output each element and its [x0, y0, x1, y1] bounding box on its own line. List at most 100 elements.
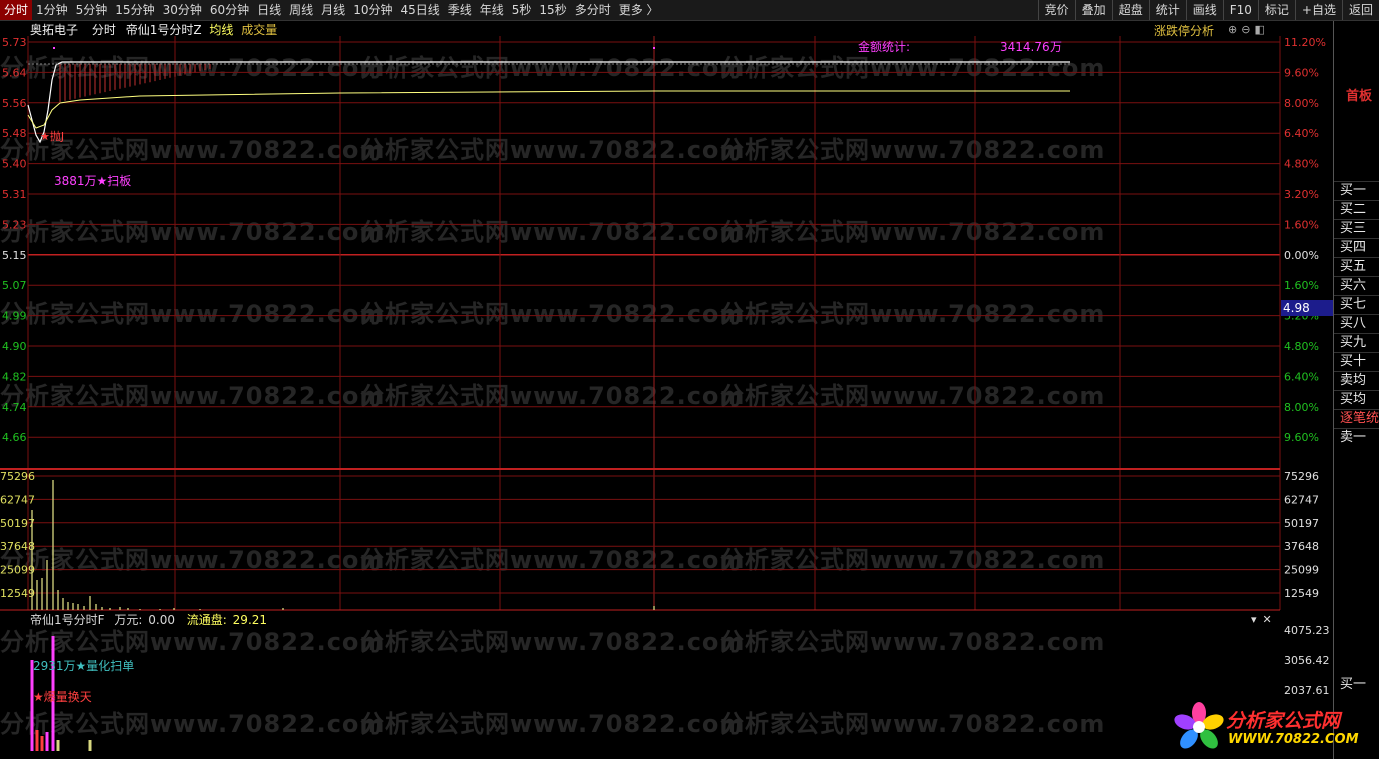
first-board-badge: 首板	[1346, 89, 1373, 104]
flower-logo-icon	[1174, 702, 1224, 749]
orderbook-bottom-item[interactable]: 买一	[1340, 673, 1366, 692]
indicator-bar	[56, 740, 60, 751]
volume-tick-right: 25099	[1284, 564, 1319, 577]
pct-tick: 11.20%	[1284, 36, 1326, 49]
volume-tick: 75296	[0, 470, 35, 483]
wan-label: 万元:	[114, 613, 143, 627]
volume-tick-right: 50197	[1284, 517, 1319, 530]
dropdown-icon[interactable]: ▾	[1251, 613, 1263, 626]
indicator-bar	[88, 740, 92, 751]
price-tick: 4.90	[2, 340, 27, 353]
price-tick: 5.56	[2, 97, 27, 110]
top-toolbar: 分时 1分钟 5分钟 15分钟 30分钟 60分钟 日线 周线 月线 10分钟 45日线 季线 年线 5秒…	[0, 0, 1379, 21]
period-tab[interactable]: 5秒	[508, 0, 536, 20]
price-line	[27, 61, 1070, 144]
tool-button[interactable]: 返回	[1341, 0, 1379, 20]
orderbook-item[interactable]: 买九	[1334, 333, 1379, 352]
amount-value: 3414.76	[1000, 40, 1050, 54]
volume-annotation: ★爆量换天	[33, 690, 92, 704]
tool-button[interactable]: 竞价	[1037, 0, 1075, 20]
period-tab[interactable]: 45日线	[396, 0, 443, 20]
tool-button[interactable]: 画线	[1185, 0, 1223, 20]
logo-title: 分析家公式网	[1226, 710, 1341, 732]
period-tab[interactable]: 周线	[285, 0, 317, 20]
tool-button[interactable]: 标记	[1257, 0, 1295, 20]
orderbook-item[interactable]: 买二	[1334, 200, 1379, 219]
period-tab[interactable]: 5分钟	[72, 0, 112, 20]
quant-annotation: 2931万★量化扫单	[33, 659, 134, 673]
orderbook-item[interactable]: 逐笔统	[1334, 409, 1379, 428]
orderbook-item[interactable]: 买三	[1334, 219, 1379, 238]
pct-tick: 0.00%	[1284, 249, 1319, 262]
period-tab[interactable]: 30分钟	[159, 0, 206, 20]
volume-tick: 37648	[0, 540, 35, 553]
indicator-bar	[35, 730, 39, 751]
indicator-panel-name[interactable]: 帝仙1号分时F	[30, 613, 105, 627]
period-tab[interactable]: 多分时	[571, 0, 615, 20]
price-tick: 5.48	[2, 127, 27, 140]
float-label: 流通盘:	[186, 613, 227, 627]
indicator-header: 帝仙1号分时F 万元: 0.00 流通盘: 29.21	[30, 612, 267, 628]
period-tabs: 分时 1分钟 5分钟 15分钟 30分钟 60分钟 日线 周线 月线 10分钟 45日线 季线 年线 5秒…	[0, 0, 663, 20]
indicator-tick: 2037.61	[1284, 684, 1330, 697]
pct-tick: 9.60%	[1284, 66, 1319, 79]
indicator-tick: 4075.23	[1284, 624, 1330, 637]
period-tab[interactable]: 分时	[0, 0, 33, 20]
pct-tick: 3.20%	[1284, 188, 1319, 201]
orderbook-item[interactable]: 买六	[1334, 276, 1379, 295]
tool-button[interactable]: 叠加	[1074, 0, 1112, 20]
pct-tick: 6.40%	[1284, 370, 1319, 383]
price-tick: 5.23	[2, 218, 27, 231]
pct-tick: 4.80%	[1284, 158, 1319, 171]
volume-tick-right: 62747	[1284, 493, 1319, 506]
amount-label: 金额统计:	[858, 39, 910, 54]
indicator-tick: 3056.42	[1284, 654, 1330, 667]
pct-tick: 1.60%	[1284, 218, 1319, 231]
orderbook-item[interactable]: 买八	[1334, 314, 1379, 333]
period-tab[interactable]: 10分钟	[349, 0, 396, 20]
period-tab[interactable]: 15秒	[535, 0, 570, 20]
period-tab[interactable]: 1分钟	[32, 0, 72, 20]
period-tab[interactable]: 15分钟	[111, 0, 158, 20]
period-tab[interactable]: 月线	[317, 0, 349, 20]
tool-button[interactable]: 统计	[1148, 0, 1186, 20]
period-tab[interactable]: 60分钟	[206, 0, 253, 20]
chart-area[interactable]: 5.73 11.20% 5.64 9.60% 5.56 8.00% 5.48 6.40% 5.4…	[0, 20, 1333, 759]
period-tab[interactable]: 年线	[476, 0, 508, 20]
orderbook-item[interactable]: 卖均	[1334, 371, 1379, 390]
pct-tick: 1.60%	[1284, 279, 1319, 292]
orderbook-item[interactable]: 买七	[1334, 295, 1379, 314]
indicator-bar	[45, 732, 49, 751]
orderbook-item[interactable]: 买一	[1334, 181, 1379, 200]
period-tab[interactable]: 更多 〉	[615, 0, 663, 20]
indicator-bar	[30, 660, 34, 751]
pct-tick: 4.80%	[1284, 340, 1319, 353]
marker	[53, 47, 55, 49]
price-tick: 5.73	[2, 36, 27, 49]
orderbook-item[interactable]: 买十	[1334, 352, 1379, 371]
close-icon[interactable]: ✕	[1263, 613, 1278, 626]
marker	[653, 47, 655, 49]
volume-tick-right: 75296	[1284, 470, 1319, 483]
orderbook-item[interactable]: 买均	[1334, 390, 1379, 409]
tool-button[interactable]: +自选	[1294, 0, 1342, 20]
orderbook-item[interactable]: 买五	[1334, 257, 1379, 276]
pct-tick: 8.00%	[1284, 97, 1319, 110]
avg-line	[27, 90, 1070, 129]
orderbook-item[interactable]: 卖一	[1334, 428, 1379, 447]
volume-tick-right: 37648	[1284, 540, 1319, 553]
orderbook-item[interactable]: 买四	[1334, 238, 1379, 257]
volume-tick: 12549	[0, 587, 35, 600]
pct-tick: 9.60%	[1284, 431, 1319, 444]
price-tick: 5.31	[2, 188, 27, 201]
tool-buttons: 竞价 叠加 超盘 统计 画线 F10 标记 +自选 返回	[1037, 0, 1379, 20]
price-tick: 4.99	[2, 310, 27, 323]
indicator-icons: ▾✕	[1251, 613, 1278, 626]
period-tab[interactable]: 日线	[253, 0, 285, 20]
tool-button[interactable]: F10	[1222, 0, 1258, 20]
tool-button[interactable]: 超盘	[1111, 0, 1149, 20]
orderbook-list: 买一 买二 买三 买四 买五 买六 买七 买八 买九 买十 卖均 买均 逐笔统 卖一	[1334, 181, 1379, 447]
period-tab[interactable]: 季线	[444, 0, 476, 20]
pct-tick: 6.40%	[1284, 127, 1319, 140]
price-tick: 4.66	[2, 431, 27, 444]
